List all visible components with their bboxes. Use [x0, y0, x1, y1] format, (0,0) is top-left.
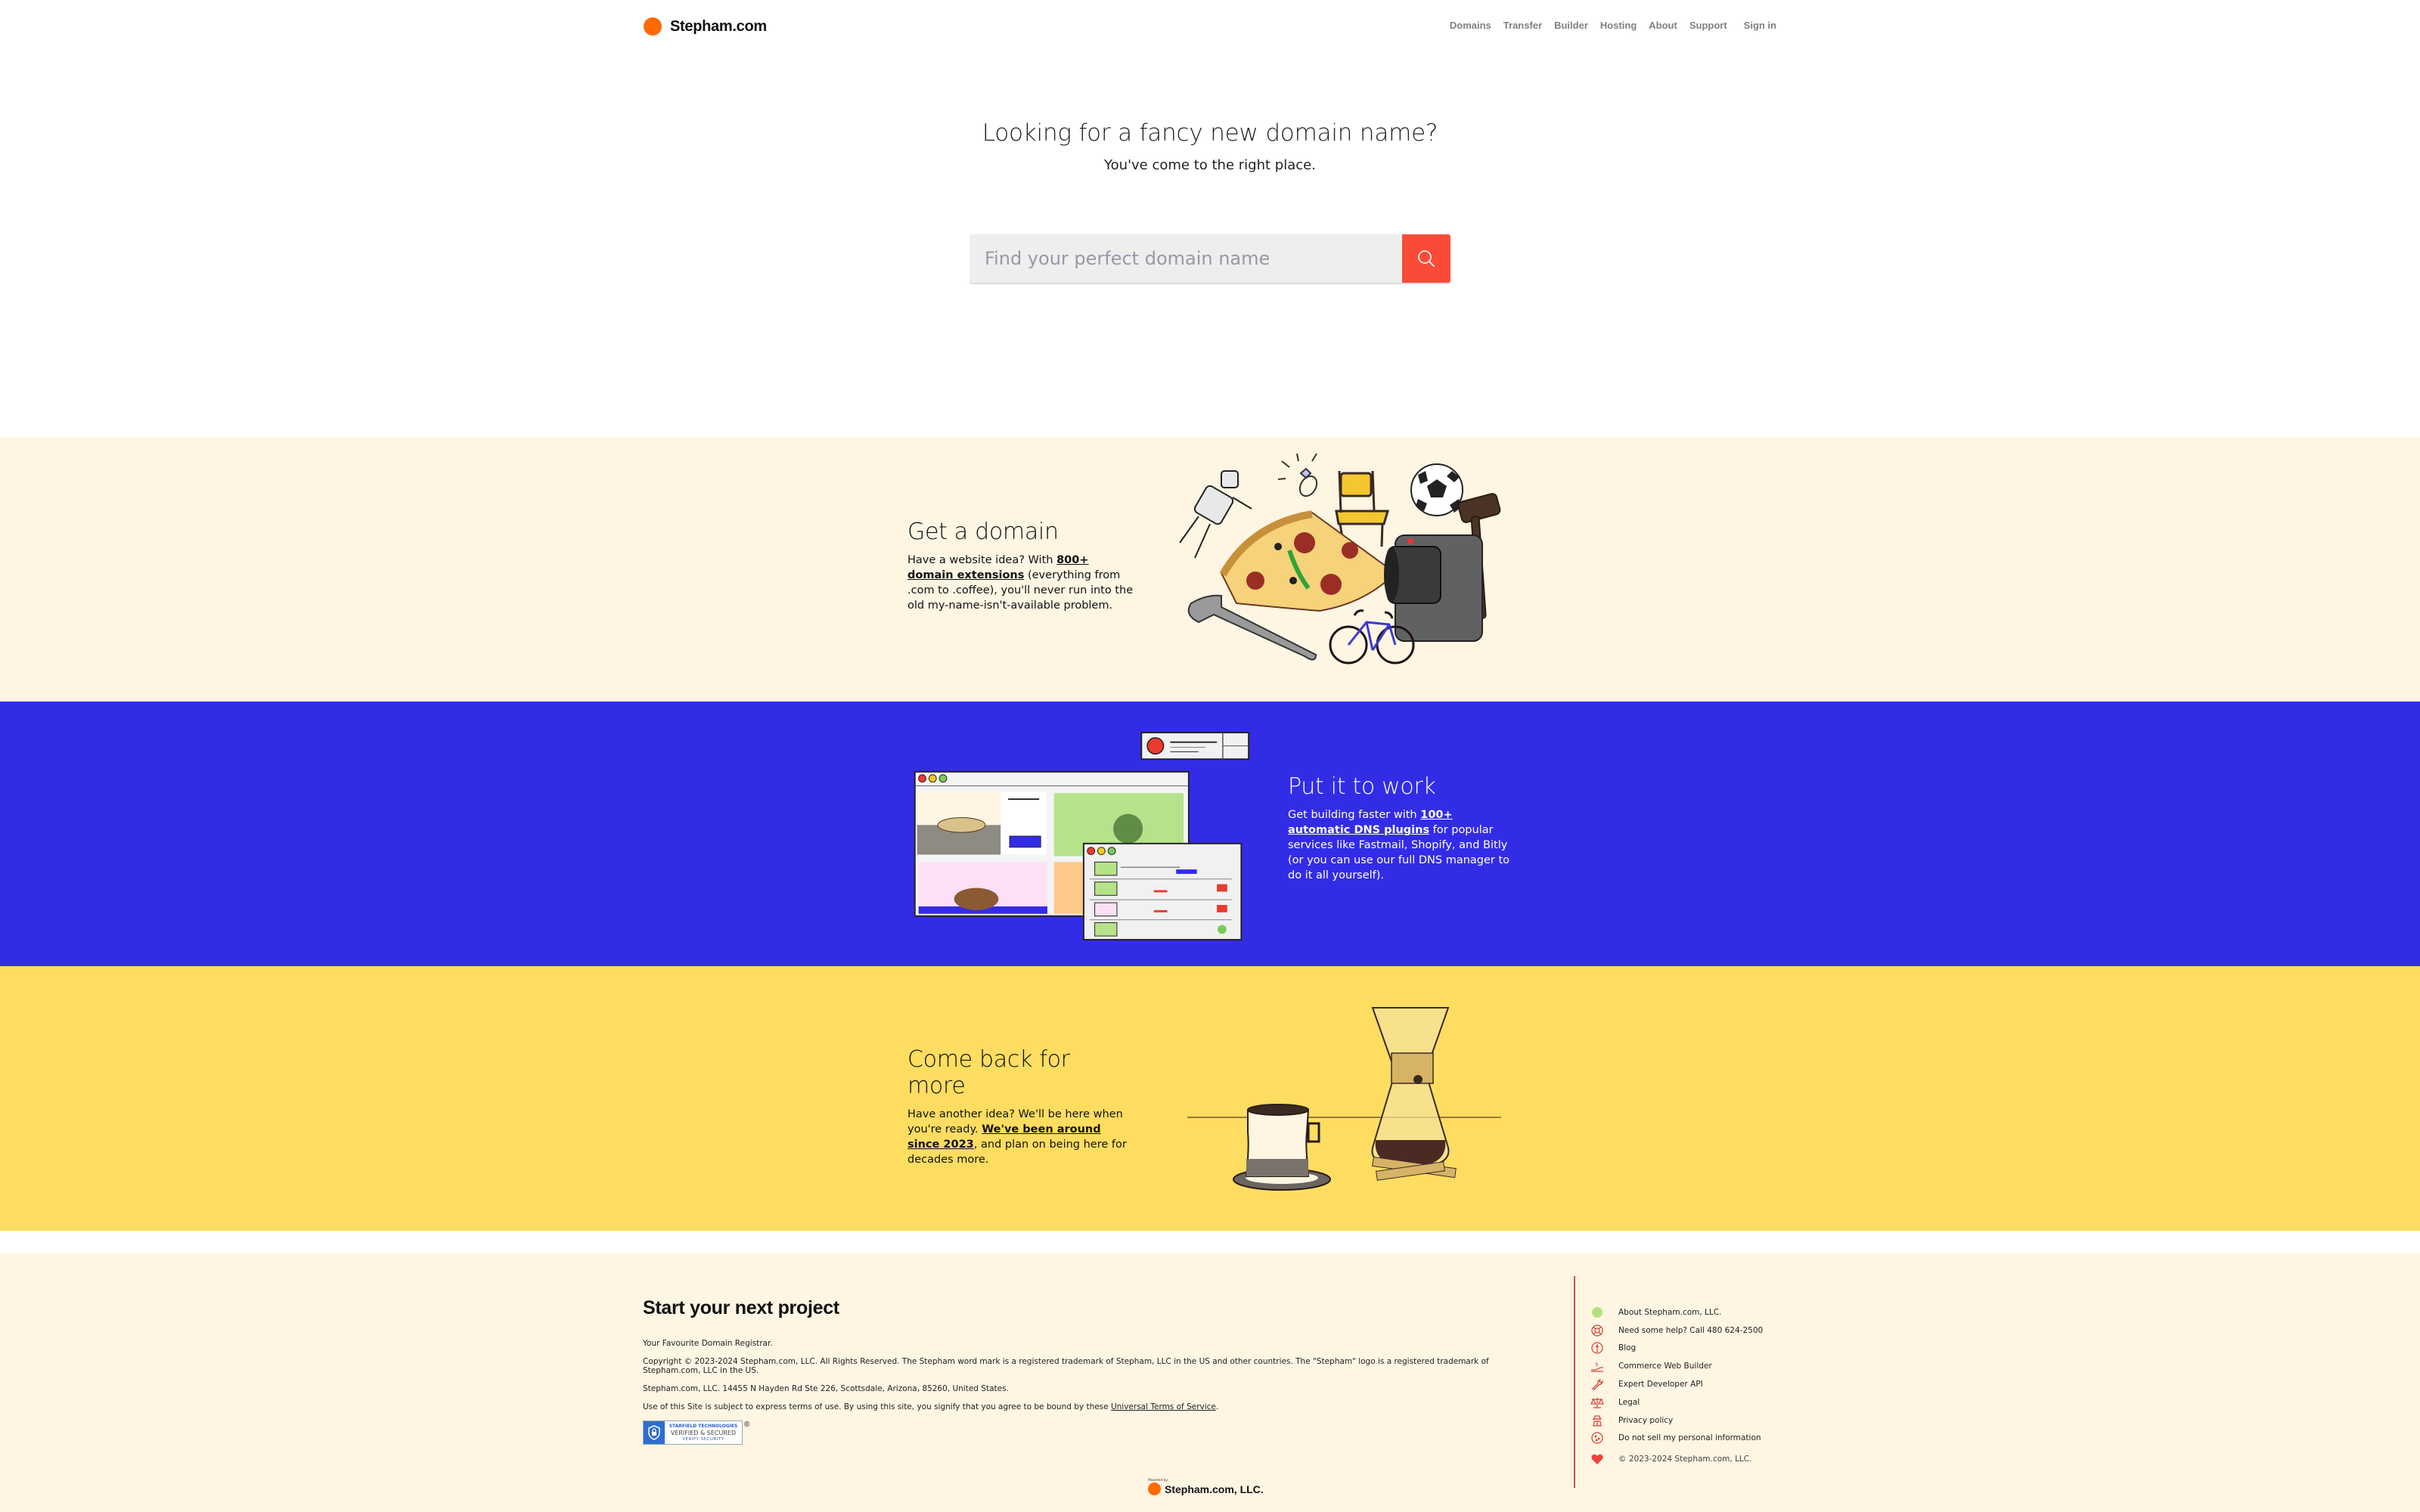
hand-dollar-icon: $: [1590, 1359, 1605, 1374]
footer-links: About Stepham.com, LLC. Need some help? …: [1590, 1303, 1763, 1468]
feature-text: Come back for more Have another idea? We…: [908, 1046, 1134, 1167]
brand-logo-link[interactable]: Stepham.com: [644, 17, 767, 36]
powered-by-link[interactable]: Powered by Stepham.com, LLC.: [1148, 1479, 1264, 1495]
footer-link-blog[interactable]: Blog: [1590, 1340, 1763, 1358]
brand-dot-icon: [644, 17, 662, 36]
footer-address: Stepham.com, LLC. 14455 N Hayden Rd Ste …: [643, 1384, 1009, 1393]
footer-link-label: Expert Developer API: [1618, 1380, 1703, 1390]
hero-title: Looking for a fancy new domain name?: [982, 119, 1438, 147]
badge-line-2: VERIFIED & SECURED: [670, 1430, 737, 1436]
orders-window: [1082, 842, 1243, 940]
nav-builder[interactable]: Builder: [1554, 20, 1588, 31]
feature-title: Come back for more: [908, 1046, 1070, 1099]
feature-come-back: Come back for more Have another idea? We…: [0, 966, 2420, 1231]
heart-icon: [1590, 1452, 1605, 1467]
nav-about[interactable]: About: [1649, 20, 1677, 31]
feature-description: Have another idea? We'll be here when yo…: [908, 1107, 1134, 1167]
powered-by-name: Stepham.com, LLC.: [1165, 1483, 1264, 1495]
footer-link-label: Do not sell my personal information: [1618, 1433, 1761, 1443]
terms-text-end: .: [1215, 1402, 1219, 1411]
nav-support[interactable]: Support: [1689, 20, 1727, 31]
nav-sign-in[interactable]: Sign in: [1744, 20, 1776, 31]
ring-icon: [1277, 453, 1318, 497]
footer-heading: Start your next project: [643, 1297, 839, 1318]
lock-shield-icon: [644, 1421, 665, 1444]
badge-line-1: STARFIELD TECHNOLOGIES: [669, 1424, 738, 1429]
svg-text:$: $: [1595, 1362, 1598, 1368]
footer-link-label: Blog: [1618, 1343, 1637, 1353]
browser-store-illustration: [914, 731, 1250, 940]
security-badge[interactable]: STARFIELD TECHNOLOGIES VERIFIED & SECURE…: [643, 1421, 1505, 1445]
footer-tagline: Your Favourite Domain Registrar.: [643, 1339, 773, 1348]
footer-divider: [1574, 1276, 1575, 1488]
terms-text: Use of this Site is subject to express t…: [643, 1402, 1111, 1411]
footer-copyright: Copyright © 2023-2024 Stepham.com, LLC. …: [643, 1357, 1489, 1375]
footer-link-legal[interactable]: Legal: [1590, 1393, 1763, 1411]
feature-text-pre: Have a website idea? With: [908, 554, 1057, 566]
copyright-text: © 2023-2024 Stepham.com, LLC.: [1618, 1455, 1752, 1464]
feature-title: Get a domain: [908, 519, 1059, 545]
feature-text-pre: Get building faster with: [1288, 809, 1421, 821]
brain-icon: [1590, 1340, 1605, 1356]
footer-link-label: Need some help? Call 480 624-2500: [1618, 1325, 1764, 1335]
feature-description: Have a website idea? With 800+ domain ex…: [908, 553, 1134, 613]
feature-text: Put it to work Get building faster with …: [1288, 773, 1515, 883]
footer-link-label: Privacy policy: [1618, 1415, 1674, 1425]
domain-search-form: [970, 234, 1450, 283]
camera-icon: [1384, 534, 1483, 642]
badge-line-3: VERIFY SECURITY: [682, 1437, 724, 1442]
green-dot-icon: [1590, 1305, 1605, 1320]
nav-transfer[interactable]: Transfer: [1503, 20, 1542, 31]
soccer-ball-icon: [1410, 463, 1463, 516]
pizza-slice-icon: [1219, 510, 1397, 612]
footer-link-help[interactable]: Need some help? Call 480 624-2500: [1590, 1321, 1763, 1340]
footer-link-label: Legal: [1618, 1397, 1640, 1407]
terms-of-service-link[interactable]: Universal Terms of Service: [1111, 1402, 1216, 1411]
footer-link-do-not-sell[interactable]: Do not sell my personal information: [1590, 1430, 1763, 1448]
nav-links: Domains Transfer Builder Hosting About S…: [1450, 20, 1776, 31]
footer-link-builder[interactable]: $ Commerce Web Builder: [1590, 1357, 1763, 1375]
objects-illustration: [1179, 453, 1501, 665]
registered-mark: ®: [744, 1421, 750, 1429]
coffee-illustration: [1187, 1007, 1501, 1191]
footer-copyright-short: © 2023-2024 Stepham.com, LLC.: [1590, 1450, 1763, 1468]
footer: Start your next project Your Favourite D…: [0, 1253, 2420, 1512]
search-button[interactable]: [1402, 234, 1450, 283]
nav-domains[interactable]: Domains: [1450, 20, 1491, 31]
footer-link-label: About Stepham.com, LLC.: [1618, 1307, 1722, 1317]
feature-get-domain: Get a domain Have a website idea? With 8…: [0, 437, 2420, 702]
wrench-icon: [1590, 1377, 1605, 1392]
scales-icon: [1590, 1395, 1605, 1410]
feature-title: Put it to work: [1288, 773, 1436, 800]
footer-link-label: Commerce Web Builder: [1618, 1362, 1712, 1371]
footer-link-privacy[interactable]: Privacy policy: [1590, 1411, 1763, 1430]
lifebuoy-icon: [1590, 1323, 1605, 1338]
spy-icon: [1590, 1413, 1605, 1428]
nav-hosting[interactable]: Hosting: [1600, 20, 1637, 31]
feature-text: Get a domain Have a website idea? With 8…: [908, 519, 1134, 613]
footer-terms: Use of this Site is subject to express t…: [643, 1402, 1505, 1411]
pour-over-coffee-maker-icon: [1371, 1007, 1457, 1181]
brand-name: Stepham.com: [670, 17, 767, 35]
top-nav: Stepham.com Domains Transfer Builder Hos…: [0, 0, 2420, 54]
domain-search-input[interactable]: [970, 234, 1402, 283]
footer-link-about[interactable]: About Stepham.com, LLC.: [1590, 1303, 1763, 1321]
footer-link-api[interactable]: Expert Developer API: [1590, 1375, 1763, 1393]
notification-widget: [1140, 731, 1250, 761]
feature-description: Get building faster with 100+ automatic …: [1288, 807, 1515, 883]
brand-dot-icon: [1148, 1483, 1161, 1495]
cookie-icon: [1590, 1430, 1605, 1445]
hero-subtitle: You've come to the right place.: [1104, 157, 1316, 173]
search-icon: [1418, 250, 1435, 267]
feature-put-to-work: Put it to work Get building faster with …: [0, 702, 2420, 966]
footer-info: Start your next project Your Favourite D…: [643, 1297, 1505, 1445]
